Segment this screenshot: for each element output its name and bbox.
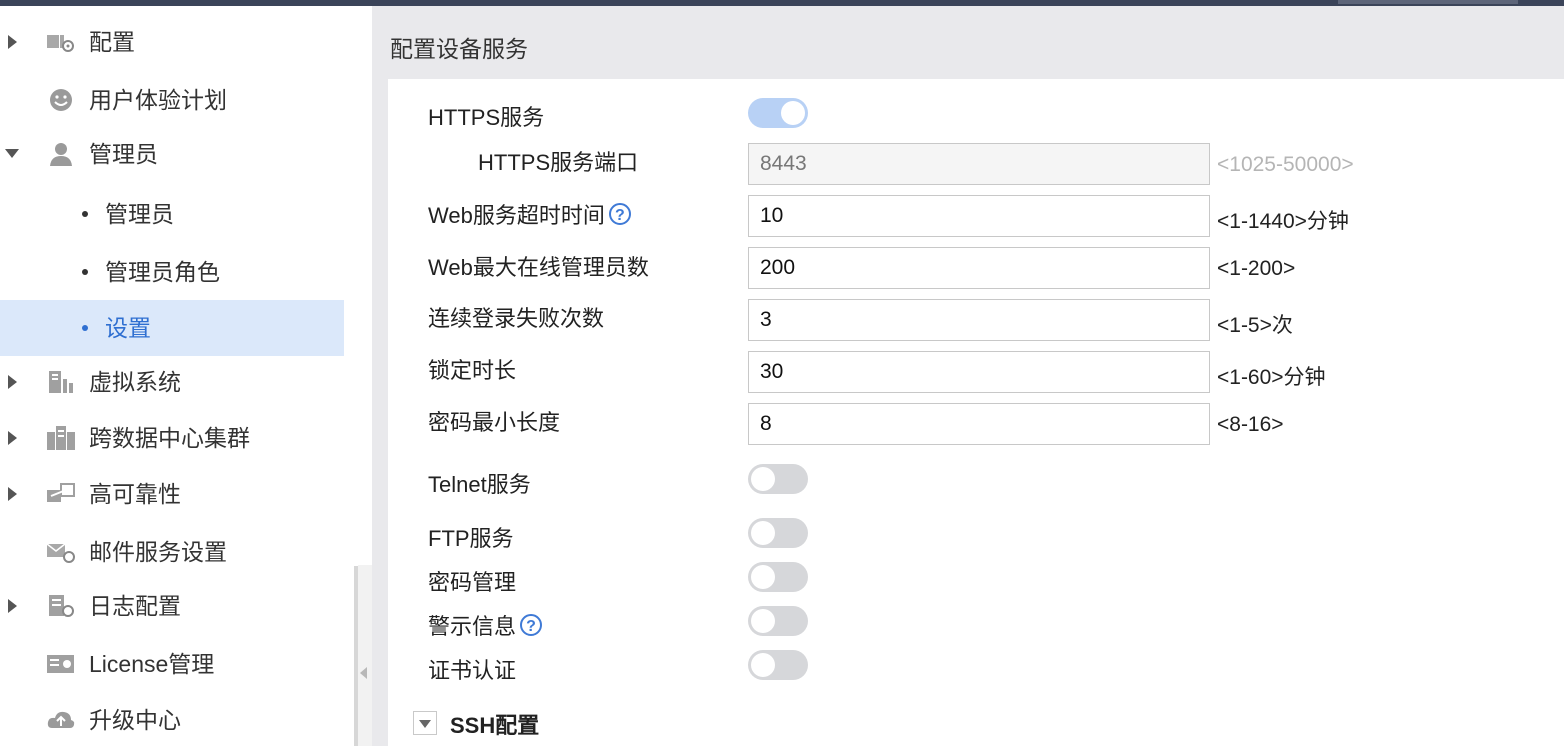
sidebar-item-upgrade-center[interactable]: 升级中心	[0, 694, 344, 746]
top-tab-indicator	[1338, 0, 1518, 4]
sidebar-item-label: 日志配置	[89, 593, 181, 619]
expand-arrow-icon[interactable]	[8, 431, 17, 445]
ssh-section-collapse-icon[interactable]	[413, 711, 437, 735]
ftp-service-label: FTP服务	[428, 526, 514, 551]
web-timeout-label-text: Web服务超时时间	[428, 203, 605, 228]
sidebar-subitem-settings[interactable]: 设置	[0, 300, 344, 356]
admin-icon	[50, 143, 72, 166]
config-icon	[47, 35, 74, 52]
sidebar-item-label: 跨数据中心集群	[89, 425, 250, 451]
sidebar-item-config[interactable]: 配置	[0, 16, 344, 68]
toggle-knob	[751, 609, 775, 633]
https-port-label: HTTPS服务端口	[478, 150, 639, 175]
collapse-left-icon[interactable]	[360, 667, 367, 679]
sidebar-item-label: 管理员	[105, 201, 174, 227]
sidebar-item-license[interactable]: License管理	[0, 638, 344, 690]
sidebar-subitem-admin[interactable]: 管理员	[0, 188, 344, 240]
https-port-input[interactable]	[748, 143, 1210, 185]
telnet-service-toggle[interactable]	[748, 464, 808, 494]
login-failures-input[interactable]	[748, 299, 1210, 341]
toggle-knob	[751, 467, 775, 491]
sidebar-item-label: 虚拟系统	[89, 369, 181, 395]
warning-info-label: 警示信息 ?	[428, 609, 543, 641]
virtual-system-icon	[49, 371, 73, 393]
password-min-length-hint: <8-16>	[1217, 413, 1284, 436]
upgrade-cloud-icon	[47, 711, 75, 728]
lock-duration-label: 锁定时长	[428, 358, 517, 383]
sidebar-item-label: 升级中心	[89, 707, 181, 733]
expand-arrow-icon[interactable]	[8, 375, 17, 389]
bullet-icon	[82, 325, 88, 331]
sidebar-item-mail-settings[interactable]: 邮件服务设置	[0, 526, 344, 578]
collapse-arrow-icon[interactable]	[5, 149, 19, 158]
bullet-icon	[82, 211, 88, 217]
lock-duration-hint: <1-60>分钟	[1217, 366, 1326, 389]
login-failures-hint: <1-5>次	[1217, 314, 1293, 337]
password-management-label: 密码管理	[428, 570, 517, 595]
sidebar-item-label: License管理	[89, 651, 215, 677]
toggle-knob	[781, 101, 805, 125]
sidebar-item-user-experience[interactable]: 用户体验计划	[0, 74, 344, 126]
mail-settings-icon	[46, 543, 75, 563]
web-timeout-label: Web服务超时时间 ?	[428, 198, 631, 230]
sidebar-item-cross-dc-cluster[interactable]: 跨数据中心集群	[0, 412, 344, 464]
sidebar-item-virtual-system[interactable]: 虚拟系统	[0, 356, 344, 408]
smile-icon	[50, 89, 72, 111]
ssh-section-title[interactable]: SSH配置	[450, 708, 539, 740]
sidebar-item-admin[interactable]: 管理员	[0, 128, 344, 180]
web-max-admins-input[interactable]	[748, 247, 1210, 289]
sidebar-item-label: 高可靠性	[89, 481, 181, 507]
expand-arrow-icon[interactable]	[8, 35, 17, 49]
sidebar-item-label: 管理员角色	[105, 259, 220, 285]
log-config-icon	[49, 595, 74, 617]
expand-arrow-icon[interactable]	[8, 599, 17, 613]
bullet-icon	[82, 269, 88, 275]
help-icon[interactable]: ?	[520, 614, 543, 636]
lock-duration-input[interactable]	[748, 351, 1210, 393]
certificate-auth-label: 证书认证	[428, 658, 517, 683]
sidebar-item-log-config[interactable]: 日志配置	[0, 580, 344, 632]
password-management-toggle[interactable]	[748, 562, 808, 592]
web-max-admins-label: Web最大在线管理员数	[428, 255, 649, 280]
sidebar: 配置 用户体验计划 管理员 管理员 管理员角色 设置 虚拟系统 跨数据中心集群 …	[0, 6, 354, 746]
certificate-auth-toggle[interactable]	[748, 650, 808, 680]
sidebar-item-label: 管理员	[89, 141, 158, 167]
login-failures-label: 连续登录失败次数	[428, 306, 605, 331]
https-service-toggle[interactable]	[748, 98, 808, 128]
https-service-label: HTTPS服务	[428, 105, 545, 130]
sidebar-item-high-availability[interactable]: 高可靠性	[0, 468, 344, 520]
warning-info-toggle[interactable]	[748, 606, 808, 636]
help-icon[interactable]: ?	[608, 203, 631, 225]
ha-icon	[47, 483, 75, 502]
https-port-hint: <1025-50000>	[1217, 153, 1354, 176]
license-icon	[47, 655, 74, 673]
toggle-knob	[751, 521, 775, 545]
sidebar-item-label: 邮件服务设置	[89, 539, 227, 565]
sidebar-collapse-handle[interactable]	[358, 565, 372, 746]
web-timeout-input[interactable]	[748, 195, 1210, 237]
password-min-length-input[interactable]	[748, 403, 1210, 445]
page-title: 配置设备服务	[390, 36, 528, 62]
cluster-icon	[47, 426, 75, 450]
sidebar-item-label: 用户体验计划	[89, 87, 227, 113]
ftp-service-toggle[interactable]	[748, 518, 808, 548]
web-max-admins-hint: <1-200>	[1217, 257, 1296, 280]
telnet-service-label: Telnet服务	[428, 472, 531, 497]
sidebar-item-label: 配置	[89, 29, 135, 55]
sidebar-item-label: 设置	[105, 315, 151, 341]
web-timeout-hint: <1-1440>分钟	[1217, 210, 1349, 233]
sidebar-subitem-admin-role[interactable]: 管理员角色	[0, 246, 344, 298]
toggle-knob	[751, 653, 775, 677]
warning-info-label-text: 警示信息	[428, 614, 517, 639]
toggle-knob	[751, 565, 775, 589]
password-min-length-label: 密码最小长度	[428, 410, 561, 435]
expand-arrow-icon[interactable]	[8, 487, 17, 501]
